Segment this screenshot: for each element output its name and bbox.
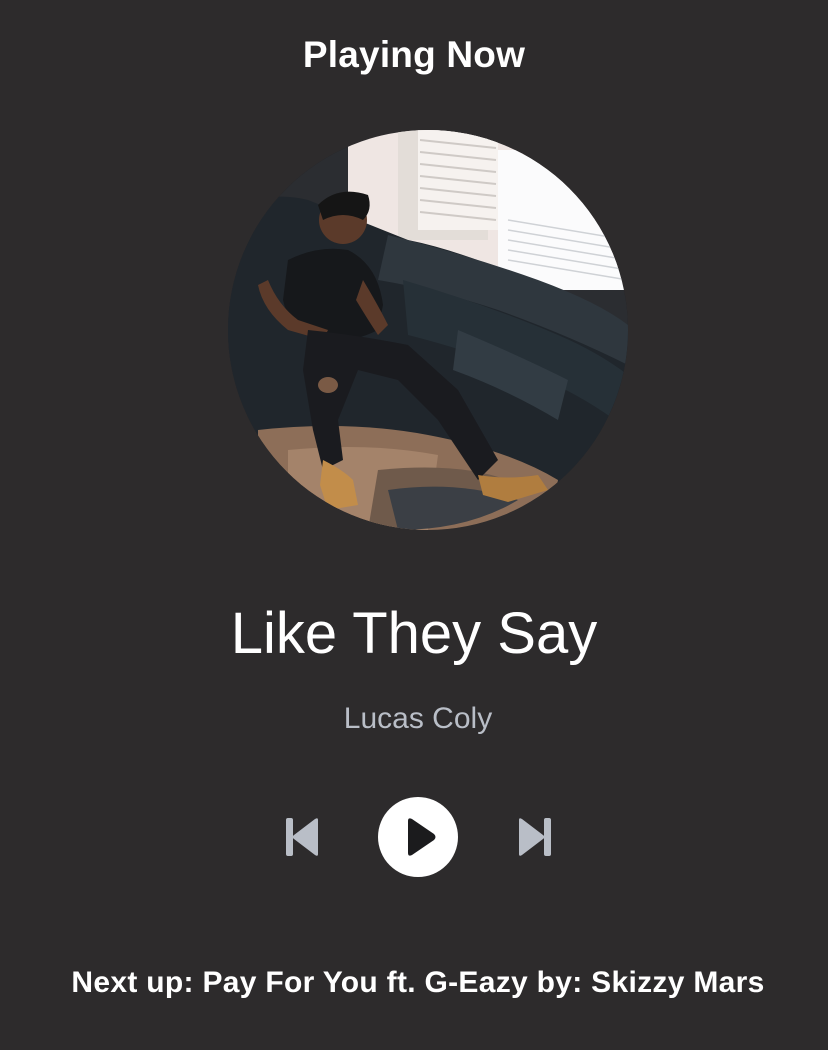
playback-controls: [0, 797, 828, 877]
skip-next-icon: [519, 818, 551, 856]
album-art: [228, 130, 628, 530]
play-button[interactable]: [378, 797, 458, 877]
previous-track-button[interactable]: [282, 816, 322, 858]
skip-previous-icon: [286, 818, 318, 856]
song-title: Like They Say: [230, 601, 598, 666]
page-title: Playing Now: [302, 34, 526, 75]
artist-name: Lucas Coly: [343, 702, 493, 735]
next-up-label: Next up: Pay For You ft. G-Eazy by: Skiz…: [71, 966, 765, 999]
play-icon: [408, 818, 436, 856]
album-art-image: [228, 130, 628, 530]
next-track-button[interactable]: [515, 816, 555, 858]
